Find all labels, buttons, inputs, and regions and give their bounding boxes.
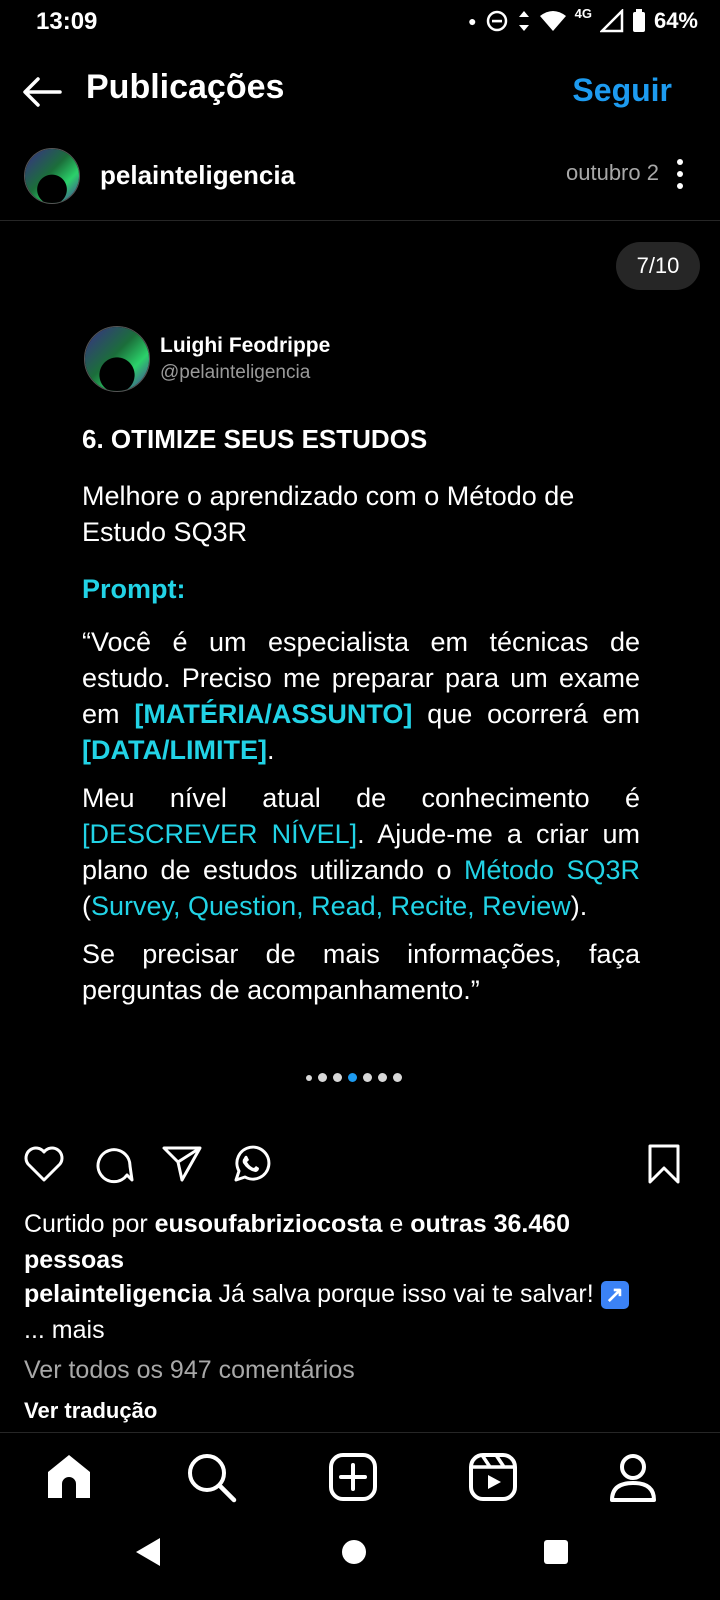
post-username[interactable]: pelainteligencia	[100, 160, 295, 191]
carousel-dot	[378, 1073, 387, 1082]
wifi-icon	[539, 11, 566, 31]
liked-by-user[interactable]: eusoufabriziocosta	[155, 1210, 383, 1238]
reels-icon[interactable]	[466, 1450, 520, 1504]
carousel-dot-active	[348, 1073, 357, 1082]
heart-icon[interactable]	[22, 1142, 66, 1186]
translate-link[interactable]: Ver tradução	[24, 1398, 157, 1424]
back-arrow-icon[interactable]	[20, 70, 64, 114]
create-icon[interactable]	[326, 1450, 380, 1504]
status-time: 13:09	[36, 8, 98, 35]
home-icon[interactable]	[42, 1450, 96, 1504]
data-arrows-icon	[518, 11, 529, 31]
home-circle-icon[interactable]	[332, 1530, 376, 1574]
carousel-dot	[363, 1073, 372, 1082]
carousel-dot	[306, 1074, 312, 1081]
view-comments-link[interactable]: Ver todos os 947 comentários	[24, 1356, 355, 1385]
do-not-disturb-icon	[486, 10, 507, 32]
carousel-dot	[318, 1073, 327, 1082]
carousel-dot	[393, 1073, 402, 1082]
carousel-counter: 7/10	[616, 242, 700, 290]
recents-square-icon[interactable]	[534, 1530, 578, 1574]
card-intro: Melhore o aprendizado com o Método de Es…	[82, 481, 575, 547]
battery-icon	[632, 9, 645, 32]
post-caption: pelainteligencia Já salva porque isso va…	[24, 1276, 684, 1348]
post-avatar[interactable]	[24, 148, 80, 204]
card-avatar	[84, 326, 150, 392]
share-icon[interactable]	[160, 1142, 204, 1186]
prompt-paragraph-1: “Você é um especialista em técnicas de e…	[82, 627, 640, 765]
card-heading: 6. OTIMIZE SEUS ESTUDOS	[82, 424, 428, 454]
likes-summary[interactable]: Curtido por eusoufabriziocosta e outras …	[24, 1206, 684, 1278]
caption-more-link[interactable]: ... mais	[24, 1316, 105, 1344]
post-date: outubro 2	[566, 160, 659, 185]
carousel-indicator	[306, 1073, 402, 1082]
signal-icon	[599, 9, 624, 33]
whatsapp-icon[interactable]	[228, 1142, 272, 1186]
card-author-name: Luighi Feodrippe	[160, 334, 331, 357]
notification-dot-icon: ●	[468, 13, 477, 29]
prompt-label: Prompt:	[82, 574, 186, 604]
battery-percent: 64%	[653, 8, 698, 33]
nav-divider	[0, 1432, 720, 1433]
search-icon[interactable]	[184, 1450, 238, 1504]
arrow-emoji-icon: ↗	[600, 1281, 629, 1310]
back-triangle-icon[interactable]	[126, 1530, 170, 1574]
carousel-dot	[333, 1073, 342, 1082]
network-type-label: 4G	[574, 5, 592, 21]
more-options-icon[interactable]	[670, 154, 690, 194]
caption-username[interactable]: pelainteligencia	[24, 1280, 212, 1308]
card-author-handle: @pelainteligencia	[160, 362, 311, 383]
prompt-paragraph-2: Meu nível atual de conhecimento é [DESCR…	[82, 783, 641, 921]
prompt-paragraph-3: Se precisar de mais informações, faça pe…	[82, 939, 640, 1005]
status-icons: ● 4G 64%	[468, 5, 698, 34]
profile-icon[interactable]	[606, 1450, 660, 1504]
header-divider	[0, 220, 720, 221]
bookmark-icon[interactable]	[642, 1142, 686, 1186]
page-title: Publicações	[86, 68, 285, 106]
follow-button[interactable]: Seguir	[572, 72, 672, 109]
comment-icon[interactable]	[92, 1142, 136, 1186]
